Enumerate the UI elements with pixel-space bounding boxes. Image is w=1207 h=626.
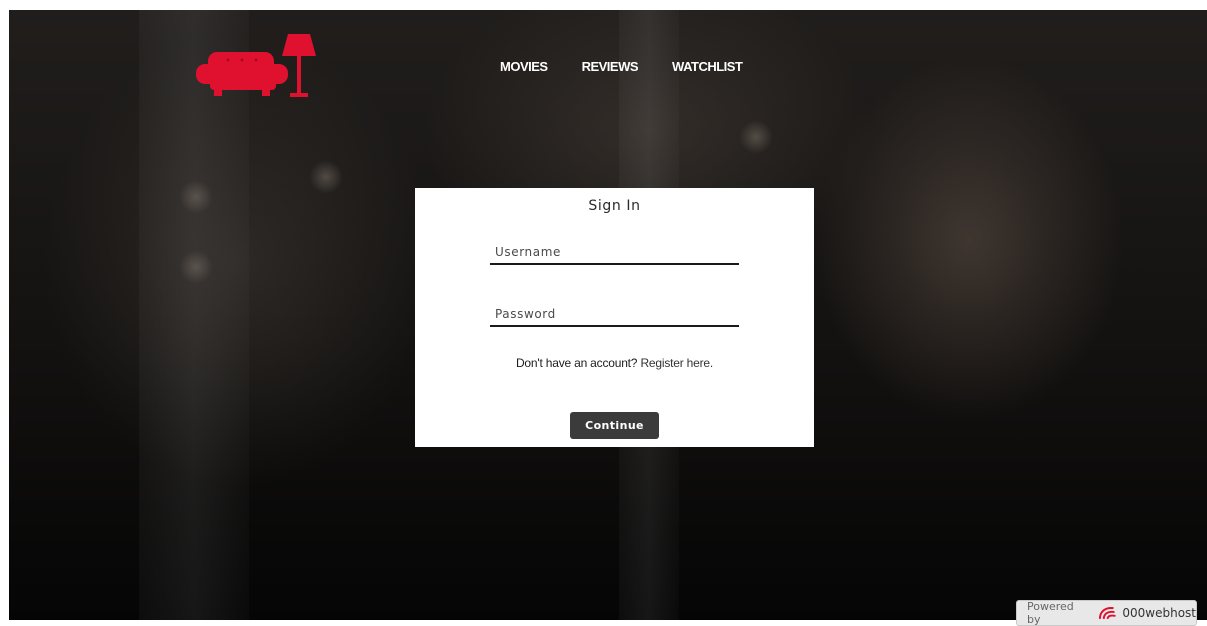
nav-movies[interactable]: MOVIES	[500, 59, 548, 74]
site-logo[interactable]	[194, 30, 319, 102]
powered-by-text: Powered by	[1027, 600, 1074, 626]
nav-reviews[interactable]: REVIEWS	[582, 59, 639, 74]
sign-in-card: Sign In Don't have an account? Register …	[415, 188, 814, 447]
nav-watchlist[interactable]: WATCHLIST	[672, 59, 743, 74]
page-viewport: MOVIES REVIEWS WATCHLIST Sign In Don't h…	[9, 10, 1207, 620]
main-nav: MOVIES REVIEWS WATCHLIST	[500, 59, 743, 74]
sign-in-title: Sign In	[588, 198, 641, 214]
powered-by-badge[interactable]: Powered by 000webhost	[1016, 600, 1197, 626]
continue-button[interactable]: Continue	[570, 412, 659, 439]
register-prompt: Don't have an account? Register here.	[415, 356, 814, 370]
username-field[interactable]	[490, 241, 739, 265]
register-link[interactable]: Register here.	[640, 356, 713, 370]
register-prompt-text: Don't have an account?	[515, 356, 638, 370]
webhost-swirl-icon	[1098, 607, 1116, 619]
password-field[interactable]	[490, 303, 739, 327]
powered-by-brand: 000webhost	[1122, 606, 1196, 620]
sofa-lamp-icon	[196, 34, 316, 97]
